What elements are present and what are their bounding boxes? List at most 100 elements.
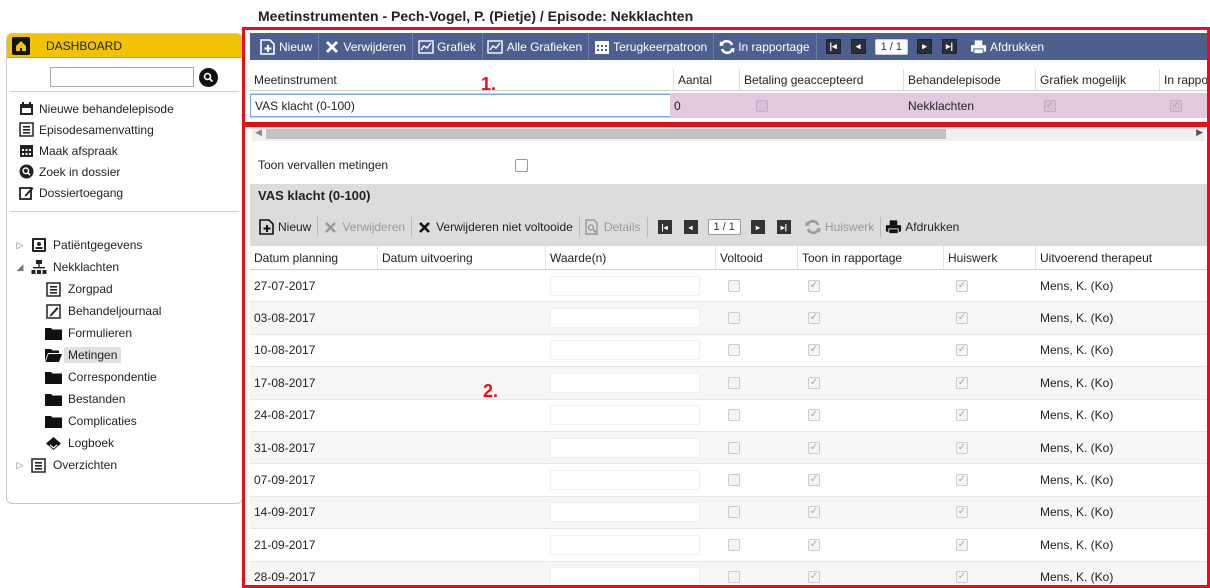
show-in-report-checkbox[interactable] — [798, 432, 944, 463]
show-in-report-checkbox[interactable] — [798, 335, 944, 366]
table-row[interactable]: 28-09-2017 Mens, K. (Ko) — [250, 561, 1210, 588]
instrument-name-field[interactable]: VAS klacht (0-100) — [250, 94, 670, 117]
homework-checkbox[interactable] — [944, 335, 1036, 366]
prev-page-icon[interactable]: ◂ — [850, 39, 866, 54]
column-header[interactable]: Voltooid — [716, 246, 798, 269]
delete-incomplete-button[interactable]: Verwijderen niet voltooide — [412, 217, 580, 237]
table-row[interactable]: 10-08-2017 Mens, K. (Ko) — [250, 335, 1210, 368]
expand-arrow-icon[interactable]: ▷ — [14, 460, 26, 471]
completed-checkbox[interactable] — [716, 335, 798, 366]
table-row[interactable]: 17-08-2017 Mens, K. (Ko) — [250, 367, 1210, 400]
expand-arrow-icon[interactable]: ▷ — [14, 240, 26, 251]
next-page-icon[interactable]: ▸ — [750, 220, 765, 234]
completed-checkbox[interactable] — [716, 464, 798, 495]
recurring-button[interactable]: Terugkeerpatroon — [589, 33, 715, 60]
completed-checkbox[interactable] — [716, 432, 798, 463]
column-header[interactable]: In rappo — [1160, 69, 1210, 90]
table-row[interactable]: 21-09-2017 Mens, K. (Ko) — [250, 529, 1210, 562]
delete-button[interactable]: Verwijderen — [319, 33, 414, 60]
payment-accepted-checkbox[interactable] — [740, 93, 904, 118]
value-field[interactable] — [546, 432, 716, 463]
tree-item-zorgpad[interactable]: Zorgpad — [7, 278, 242, 300]
homework-checkbox[interactable] — [944, 367, 1036, 398]
show-in-report-checkbox[interactable] — [798, 270, 944, 301]
prev-page-icon[interactable]: ◂ — [683, 220, 698, 234]
chart-button[interactable]: Grafiek — [413, 33, 483, 60]
homework-checkbox[interactable] — [944, 497, 1036, 528]
value-field[interactable] — [546, 302, 716, 333]
quick-item-search-dossier[interactable]: Zoek in dossier — [18, 161, 239, 182]
scroll-left-icon[interactable]: ◀ — [255, 127, 262, 138]
completed-checkbox[interactable] — [716, 400, 798, 431]
in-report-checkbox[interactable] — [1160, 93, 1210, 118]
new-measurement-button[interactable]: Nieuw — [254, 217, 319, 237]
value-field[interactable] — [546, 270, 716, 301]
quick-item-new-episode[interactable]: Nieuwe behandelepisode — [18, 98, 239, 119]
tree-item-metingen[interactable]: Metingen — [7, 344, 242, 366]
first-page-icon[interactable]: |◂ — [825, 39, 841, 54]
table-row[interactable]: 03-08-2017 Mens, K. (Ko) — [250, 302, 1210, 335]
tree-item-bestanden[interactable]: Bestanden — [7, 388, 242, 410]
last-page-icon[interactable]: ▸| — [776, 220, 791, 234]
homework-button[interactable]: Huiswerk — [801, 217, 882, 237]
tree-item-overzichten[interactable]: ▷ Overzichten — [7, 454, 242, 476]
horizontal-scrollbar[interactable]: ◀ ▶ — [252, 127, 1205, 141]
completed-checkbox[interactable] — [716, 529, 798, 560]
value-field[interactable] — [546, 464, 716, 495]
tree-item-logboek[interactable]: Logboek — [7, 432, 242, 454]
dashboard-link[interactable]: DASHBOARD — [7, 34, 242, 58]
tree-item-formulieren[interactable]: Formulieren — [7, 322, 242, 344]
homework-checkbox[interactable] — [944, 562, 1036, 588]
completed-checkbox[interactable] — [716, 270, 798, 301]
scroll-right-icon[interactable]: ▶ — [1196, 127, 1203, 138]
show-in-report-checkbox[interactable] — [798, 464, 944, 495]
column-header[interactable]: Uitvoerend therapeut — [1036, 246, 1210, 269]
table-row[interactable]: 07-09-2017 Mens, K. (Ko) — [250, 464, 1210, 497]
completed-checkbox[interactable] — [716, 367, 798, 398]
chart-possible-checkbox[interactable] — [1036, 93, 1160, 118]
value-field[interactable] — [546, 400, 716, 431]
new-button[interactable]: Nieuw — [255, 33, 320, 60]
table-row[interactable]: 14-09-2017 Mens, K. (Ko) — [250, 496, 1210, 530]
print-measurements-button[interactable]: Afdrukken — [881, 217, 965, 237]
show-in-report-checkbox[interactable] — [798, 529, 944, 560]
table-row[interactable]: VAS klacht (0-100) 0 Nekklachten — [250, 93, 1210, 118]
column-header[interactable]: Aantal — [674, 69, 740, 90]
value-field[interactable] — [546, 335, 716, 366]
table-row[interactable]: 24-08-2017 Mens, K. (Ko) — [250, 400, 1210, 432]
completed-checkbox[interactable] — [716, 562, 798, 588]
quick-item-make-appointment[interactable]: Maak afspraak — [18, 140, 239, 161]
quick-item-dossier-access[interactable]: Dossiertoegang — [18, 182, 239, 203]
tree-item-episode[interactable]: ◢ Nekklachten — [7, 256, 242, 278]
value-field[interactable] — [546, 497, 716, 528]
collapse-arrow-icon[interactable]: ◢ — [14, 262, 26, 273]
value-field[interactable] — [546, 529, 716, 560]
homework-checkbox[interactable] — [944, 400, 1036, 431]
column-header[interactable]: Behandelepisode — [904, 69, 1036, 90]
next-page-icon[interactable]: ▸ — [916, 39, 932, 54]
scroll-thumb[interactable] — [266, 129, 946, 139]
homework-checkbox[interactable] — [944, 464, 1036, 495]
column-header[interactable]: Toon in rapportage — [798, 246, 944, 269]
search-input[interactable] — [50, 67, 194, 87]
column-header[interactable]: Huiswerk — [944, 246, 1036, 269]
show-in-report-checkbox[interactable] — [798, 302, 944, 333]
column-header[interactable]: Meetinstrument — [250, 69, 674, 90]
column-header[interactable]: Grafiek mogelijk — [1036, 69, 1160, 90]
first-page-icon[interactable]: |◂ — [657, 220, 672, 234]
in-report-button[interactable]: In rapportage — [714, 33, 817, 60]
delete-measurement-button[interactable]: Verwijderen — [318, 217, 413, 237]
tree-item-complicaties[interactable]: Complicaties — [7, 410, 242, 432]
column-header[interactable]: Datum uitvoering — [378, 246, 546, 269]
print-button[interactable]: Afdrukken — [966, 33, 1050, 60]
completed-checkbox[interactable] — [716, 497, 798, 528]
tree-item-behandeljournaal[interactable]: Behandeljournaal — [7, 300, 242, 322]
show-in-report-checkbox[interactable] — [798, 562, 944, 588]
tree-item-correspondentie[interactable]: Correspondentie — [7, 366, 242, 388]
details-button[interactable]: Details — [580, 217, 648, 237]
homework-checkbox[interactable] — [944, 270, 1036, 301]
show-in-report-checkbox[interactable] — [798, 497, 944, 528]
show-in-report-checkbox[interactable] — [798, 367, 944, 398]
completed-checkbox[interactable] — [716, 302, 798, 333]
homework-checkbox[interactable] — [944, 529, 1036, 560]
